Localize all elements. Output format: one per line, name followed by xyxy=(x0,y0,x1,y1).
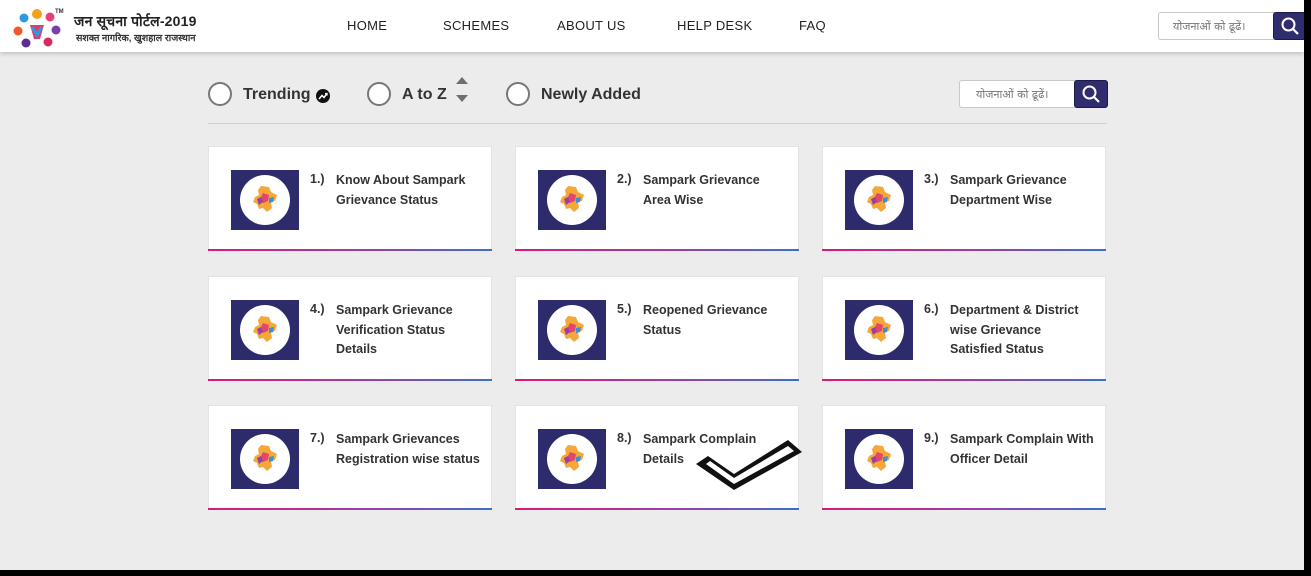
card-title[interactable]: Sampark Complain Details xyxy=(643,430,788,469)
card-number: 1.) xyxy=(310,172,325,186)
rajasthan-map-icon xyxy=(253,316,277,342)
card-accent-bar xyxy=(515,508,799,510)
card-thumbnail xyxy=(538,300,606,360)
card-accent-bar xyxy=(515,379,799,381)
card-title[interactable]: Sampark Grievance Area Wise xyxy=(643,171,788,210)
rajasthan-map-icon xyxy=(253,445,277,471)
card-thumbnail xyxy=(538,429,606,489)
card-accent-bar xyxy=(515,249,799,251)
header-search-button[interactable] xyxy=(1273,12,1304,40)
card-number: 4.) xyxy=(310,302,325,316)
screen-frame: TM जन सूचना पोर्टल-2019 सशक्त नागरिक, खु… xyxy=(0,0,1304,570)
card-accent-bar xyxy=(208,379,492,381)
card-number: 5.) xyxy=(617,302,632,316)
card-thumbnail xyxy=(845,300,913,360)
report-card-1[interactable]: 1.) Know About Sampark Grievance Status xyxy=(208,146,492,251)
brand-tagline: सशक्त नागरिक, खुशहाल राजस्थान xyxy=(76,33,196,44)
label-trending[interactable]: Trending xyxy=(243,86,311,104)
radio-trending[interactable] xyxy=(208,82,232,106)
search-icon xyxy=(1082,85,1100,103)
report-card-6[interactable]: 6.) Department & District wise Grievance … xyxy=(822,276,1106,381)
report-card-7[interactable]: 7.) Sampark Grievances Registration wise … xyxy=(208,405,492,510)
card-thumbnail xyxy=(231,429,299,489)
card-number: 8.) xyxy=(617,431,632,445)
trademark-label: TM xyxy=(55,9,64,15)
header-search-input[interactable] xyxy=(1159,13,1273,39)
report-card-8[interactable]: 8.) Sampark Complain Details xyxy=(515,405,799,510)
nav-home[interactable]: HOME xyxy=(347,18,387,33)
card-title[interactable]: Sampark Grievance Verification Status De… xyxy=(336,301,481,360)
nav-about-us[interactable]: ABOUT US xyxy=(557,18,626,33)
rajasthan-map-icon xyxy=(867,186,891,212)
card-number: 7.) xyxy=(310,431,325,445)
card-accent-bar xyxy=(208,508,492,510)
search-icon xyxy=(1281,17,1299,35)
report-card-3[interactable]: 3.) Sampark Grievance Department Wise xyxy=(822,146,1106,251)
top-header: TM जन सूचना पोर्टल-2019 सशक्त नागरिक, खु… xyxy=(0,0,1304,52)
card-title[interactable]: Sampark Grievance Department Wise xyxy=(950,171,1095,210)
card-thumbnail xyxy=(538,170,606,230)
brand-title[interactable]: जन सूचना पोर्टल-2019 xyxy=(74,12,197,31)
card-accent-bar xyxy=(208,249,492,251)
card-title[interactable]: Sampark Grievances Registration wise sta… xyxy=(336,430,481,469)
scheme-search-button[interactable] xyxy=(1074,80,1108,108)
sort-updown-icon[interactable] xyxy=(454,74,470,106)
report-card-9[interactable]: 9.) Sampark Complain With Officer Detail xyxy=(822,405,1106,510)
nav-faq[interactable]: FAQ xyxy=(799,18,826,33)
card-thumbnail xyxy=(231,300,299,360)
card-title[interactable]: Sampark Complain With Officer Detail xyxy=(950,430,1095,469)
card-title[interactable]: Department & District wise Grievance Sat… xyxy=(950,301,1095,360)
label-newly-added[interactable]: Newly Added xyxy=(541,86,641,104)
radio-a-to-z[interactable] xyxy=(367,82,391,106)
rajasthan-map-icon xyxy=(560,316,584,342)
filter-divider xyxy=(208,123,1107,124)
card-number: 6.) xyxy=(924,302,939,316)
nav-help-desk[interactable]: HELP DESK xyxy=(677,18,752,33)
card-accent-bar xyxy=(822,379,1106,381)
rajasthan-map-icon xyxy=(867,316,891,342)
card-title[interactable]: Know About Sampark Grievance Status xyxy=(336,171,481,210)
scheme-search-box xyxy=(959,80,1108,108)
radio-newly-added[interactable] xyxy=(506,82,530,106)
card-thumbnail xyxy=(845,170,913,230)
rajasthan-map-icon xyxy=(867,445,891,471)
report-card-5[interactable]: 5.) Reopened Grievance Status xyxy=(515,276,799,381)
card-accent-bar xyxy=(822,508,1106,510)
rajasthan-map-icon xyxy=(253,186,277,212)
trending-icon xyxy=(316,89,330,103)
report-card-4[interactable]: 4.) Sampark Grievance Verification Status… xyxy=(208,276,492,381)
nav-schemes[interactable]: SCHEMES xyxy=(443,18,509,33)
card-accent-bar xyxy=(822,249,1106,251)
card-number: 3.) xyxy=(924,172,939,186)
card-number: 2.) xyxy=(617,172,632,186)
card-number: 9.) xyxy=(924,431,939,445)
card-title[interactable]: Reopened Grievance Status xyxy=(643,301,788,340)
card-thumbnail xyxy=(231,170,299,230)
rajasthan-map-icon xyxy=(560,186,584,212)
label-a-to-z[interactable]: A to Z xyxy=(402,86,447,104)
report-card-2[interactable]: 2.) Sampark Grievance Area Wise xyxy=(515,146,799,251)
rajasthan-map-icon xyxy=(560,445,584,471)
scheme-search-input[interactable] xyxy=(960,81,1074,107)
card-thumbnail xyxy=(845,429,913,489)
header-search-box xyxy=(1158,12,1304,40)
